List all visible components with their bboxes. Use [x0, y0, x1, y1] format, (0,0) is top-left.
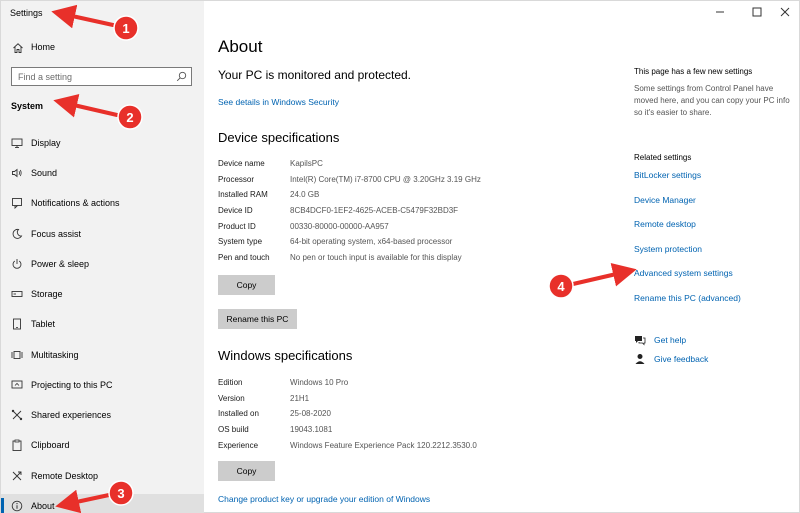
- sidebar-item-label: Notifications & actions: [31, 198, 120, 208]
- sidebar-item-tablet[interactable]: Tablet: [1, 312, 204, 336]
- spec-value: Windows 10 Pro: [290, 378, 349, 387]
- sidebar-item-about[interactable]: About: [1, 494, 204, 513]
- spec-value: Windows Feature Experience Pack 120.2212…: [290, 440, 477, 450]
- feedback-icon: [635, 354, 645, 364]
- notification-icon: [12, 198, 22, 209]
- sidebar-item-sound[interactable]: Sound: [1, 161, 204, 185]
- spec-value: KapilsPC: [290, 159, 323, 168]
- spec-key: Processor: [218, 174, 255, 184]
- sidebar-item-label: Storage: [31, 289, 63, 299]
- sidebar-item-notifications[interactable]: Notifications & actions: [1, 191, 204, 215]
- spec-value: 25-08-2020: [290, 409, 331, 419]
- sidebar-item-remote-desktop[interactable]: Remote Desktop: [1, 464, 204, 488]
- sidebar-item-focus-assist[interactable]: Focus assist: [1, 222, 204, 246]
- spec-value: 24.0 GB: [290, 190, 320, 200]
- rename-pc-button[interactable]: Rename this PC: [218, 309, 297, 329]
- info-icon: [11, 500, 23, 512]
- sidebar-item-label: Sound: [31, 168, 58, 178]
- multitasking-icon: [11, 351, 23, 359]
- sidebar-home-label: Home: [31, 42, 56, 52]
- give-feedback-link[interactable]: Give feedback: [654, 354, 708, 364]
- windows-security-link[interactable]: See details in Windows Security: [218, 97, 339, 107]
- spec-key: Device ID: [218, 206, 253, 216]
- clipboard-icon: [12, 439, 22, 451]
- spec-value: 64-bit operating system, x64-based proce…: [290, 237, 453, 247]
- search-icon[interactable]: [176, 71, 187, 82]
- tablet-icon: [13, 318, 21, 330]
- new-settings-note-desc: Some settings from Control Panel have mo…: [634, 84, 790, 117]
- sidebar-item-label: Clipboard: [31, 440, 70, 450]
- sidebar-item-label: About: [31, 501, 55, 511]
- home-icon: [13, 43, 23, 53]
- windows-specs-title: Windows specifications: [218, 348, 353, 363]
- new-settings-note-title: This page has a few new settings: [634, 67, 753, 76]
- sidebar-home[interactable]: Home: [1, 39, 204, 57]
- search-box[interactable]: [11, 67, 192, 86]
- spec-value: 19043.1081: [290, 425, 333, 435]
- spec-value: Intel(R) Core(TM) i7-8700 CPU @ 3.20GHz …: [290, 174, 481, 184]
- sidebar-item-label: Power & sleep: [31, 259, 90, 269]
- related-link-rename-pc-advanced[interactable]: Rename this PC (advanced): [634, 293, 741, 303]
- sidebar-item-label: Focus assist: [31, 229, 82, 239]
- spec-key: Version: [218, 393, 245, 403]
- sidebar-item-label: Remote Desktop: [31, 471, 99, 481]
- spec-key: System type: [218, 237, 263, 247]
- spec-key: OS build: [218, 425, 249, 435]
- spec-key: Product ID: [218, 221, 256, 231]
- help-chat-icon: [635, 336, 646, 346]
- sidebar-item-clipboard[interactable]: Clipboard: [1, 433, 204, 457]
- sidebar-item-label: Tablet: [31, 319, 56, 329]
- spec-value: No pen or touch input is available for t…: [290, 253, 462, 263]
- sidebar: Settings Home System Display Sound Notif: [1, 1, 204, 513]
- related-link-advanced-system-settings[interactable]: Advanced system settings: [634, 268, 733, 278]
- speaker-icon: [12, 168, 22, 178]
- app-title: Settings: [10, 8, 43, 18]
- sidebar-item-label: Display: [31, 138, 61, 148]
- spec-key: Installed RAM: [218, 190, 268, 200]
- search-input[interactable]: [18, 70, 168, 83]
- page-title: About: [218, 37, 263, 56]
- spec-value: 21H1: [290, 393, 310, 403]
- spec-value: 8CB4DCF0-1EF2-4625-ACEB-C5479F32BD3F: [290, 206, 459, 216]
- spec-key: Device name: [218, 159, 265, 168]
- projector-icon: [11, 380, 23, 389]
- sidebar-item-power-sleep[interactable]: Power & sleep: [1, 252, 204, 276]
- shared-icon: [11, 409, 23, 421]
- spec-key: Experience: [218, 440, 259, 450]
- sidebar-item-multitasking[interactable]: Multitasking: [1, 343, 204, 367]
- sidebar-item-projecting[interactable]: Projecting to this PC: [1, 373, 204, 397]
- change-product-key-link[interactable]: Change product key or upgrade your editi…: [218, 494, 430, 504]
- related-settings-header: Related settings: [634, 153, 692, 162]
- spec-value: 00330-80000-00000-AA957: [290, 221, 389, 231]
- storage-icon: [11, 291, 23, 297]
- spec-key: Pen and touch: [218, 253, 270, 263]
- power-icon: [12, 259, 22, 269]
- sidebar-item-label: Shared experiences: [31, 410, 112, 420]
- protection-status: Your PC is monitored and protected.: [218, 68, 412, 82]
- related-link-device-manager[interactable]: Device Manager: [634, 195, 696, 205]
- copy-windows-specs-button[interactable]: Copy: [218, 461, 275, 481]
- monitor-icon: [11, 138, 23, 148]
- sidebar-item-label: Multitasking: [31, 350, 79, 360]
- related-link-remote-desktop[interactable]: Remote desktop: [634, 219, 696, 229]
- related-link-bitlocker[interactable]: BitLocker settings: [634, 170, 701, 180]
- settings-window: Settings Home System Display Sound Notif: [0, 0, 800, 513]
- section-header-system: System: [11, 101, 44, 111]
- moon-icon: [12, 228, 23, 239]
- sidebar-item-storage[interactable]: Storage: [1, 282, 204, 306]
- remote-icon: [12, 471, 22, 481]
- get-help-link[interactable]: Get help: [654, 335, 686, 345]
- main-content: About Your PC is monitored and protected…: [204, 1, 800, 513]
- spec-key: Edition: [218, 378, 243, 387]
- sidebar-item-display[interactable]: Display: [1, 131, 204, 155]
- device-specs-title: Device specifications: [218, 130, 340, 145]
- spec-key: Installed on: [218, 409, 259, 419]
- copy-device-specs-button[interactable]: Copy: [218, 275, 275, 295]
- related-link-system-protection[interactable]: System protection: [634, 244, 702, 254]
- sidebar-item-shared-experiences[interactable]: Shared experiences: [1, 403, 204, 427]
- sidebar-item-label: Projecting to this PC: [31, 380, 113, 390]
